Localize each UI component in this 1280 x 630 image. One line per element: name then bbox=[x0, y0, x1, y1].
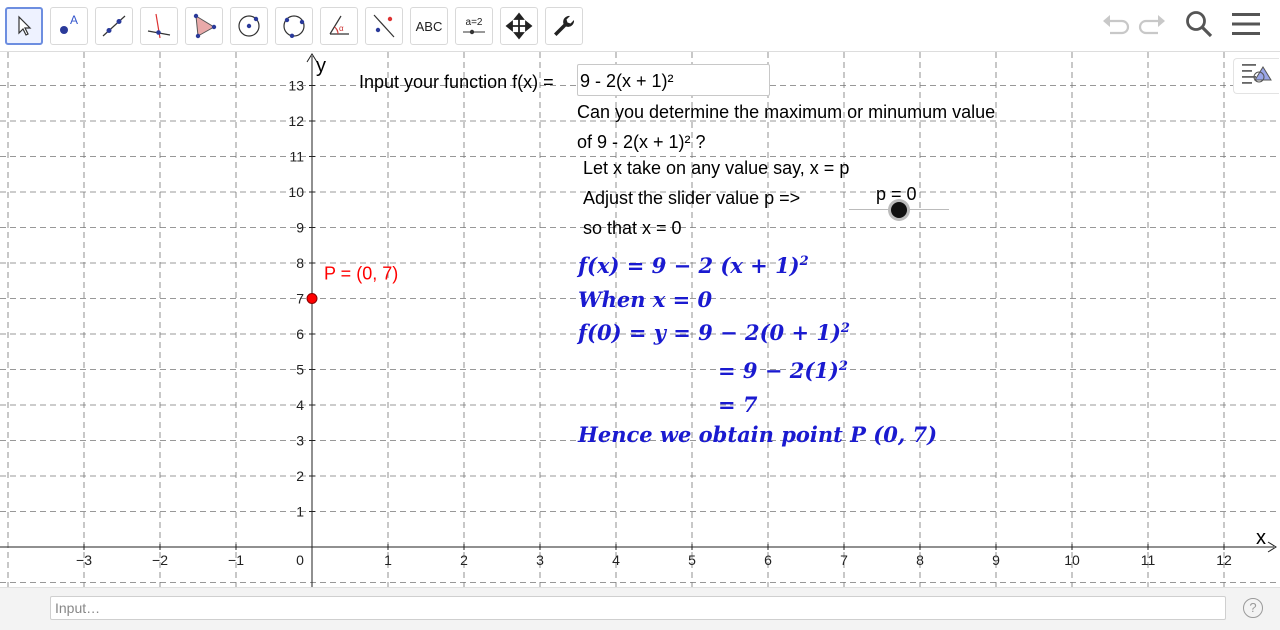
math-line-fx-exponent: 2 bbox=[799, 254, 809, 269]
question-text-line-2: of 9 - 2(x + 1)² ? bbox=[577, 132, 706, 152]
undo-icon bbox=[1100, 12, 1130, 41]
polygon-tool-button[interactable] bbox=[185, 7, 223, 45]
x-axis-label: x bbox=[1256, 527, 1266, 549]
redo-icon bbox=[1138, 12, 1168, 41]
wrench-icon bbox=[551, 13, 577, 39]
help-button[interactable]: ? bbox=[1243, 598, 1263, 618]
command-input[interactable] bbox=[50, 596, 1226, 620]
reflect-line-icon bbox=[370, 12, 398, 40]
math-line-f0-exponent: 2 bbox=[840, 321, 850, 336]
circle-three-points-tool-button[interactable] bbox=[275, 7, 313, 45]
x-tick-label: 0 bbox=[296, 552, 304, 568]
math-line-fx: f(x) = 9 − 2 (x + 1)2 bbox=[578, 253, 809, 278]
menu-button[interactable] bbox=[1229, 10, 1263, 42]
slider-p-handle[interactable] bbox=[891, 202, 907, 218]
so-that-text: so that x = 0 bbox=[583, 218, 682, 238]
y-tick-label: 7 bbox=[296, 291, 304, 307]
text-tool-button[interactable]: ABC bbox=[410, 7, 448, 45]
text-tool-label: ABC bbox=[415, 18, 443, 34]
math-line-when: When x = 0 bbox=[578, 287, 713, 312]
x-tick-label: 5 bbox=[688, 552, 696, 568]
x-tick-label: 6 bbox=[764, 552, 772, 568]
math-line-step-exponent: 2 bbox=[838, 359, 848, 374]
x-tick-label: −1 bbox=[228, 552, 244, 568]
math-line-f0-text: f(0) = y = 9 − 2(0 + 1) bbox=[578, 320, 841, 345]
let-text: Let x take on any value say, x = p bbox=[583, 158, 850, 178]
move-graphics-tool-button[interactable] bbox=[500, 7, 538, 45]
x-tick-label: 4 bbox=[612, 552, 620, 568]
x-tick-label: 2 bbox=[460, 552, 468, 568]
y-tick-label: 3 bbox=[296, 433, 304, 449]
function-input-label: Input your function f(x) = bbox=[359, 72, 554, 92]
y-tick-label: 1 bbox=[296, 504, 304, 520]
y-tick-label: 2 bbox=[296, 468, 304, 484]
menu-icon bbox=[1231, 11, 1261, 42]
point-icon: A bbox=[56, 13, 82, 39]
math-line-f0: f(0) = y = 9 − 2(0 + 1)2 bbox=[578, 320, 850, 345]
pointer-arrow-icon bbox=[13, 15, 35, 37]
function-input-field[interactable]: 9 - 2(x + 1)² bbox=[577, 64, 770, 96]
line-through-points-icon bbox=[100, 12, 128, 40]
move-tool-button[interactable] bbox=[5, 7, 43, 45]
move-graphics-icon bbox=[505, 12, 533, 40]
point-p-label: P = (0, 7) bbox=[324, 264, 398, 284]
search-icon bbox=[1184, 9, 1214, 44]
y-tick-label: 6 bbox=[296, 326, 304, 342]
svg-text:α: α bbox=[339, 24, 344, 33]
x-tick-label: 10 bbox=[1064, 552, 1080, 568]
polygon-icon bbox=[190, 12, 218, 40]
x-tick-label: −3 bbox=[76, 552, 92, 568]
slider-icon bbox=[461, 28, 487, 36]
line-tool-button[interactable] bbox=[95, 7, 133, 45]
algebra-view-icon bbox=[1241, 61, 1273, 92]
math-line-result: = 7 bbox=[718, 392, 758, 417]
redo-button[interactable] bbox=[1136, 10, 1170, 42]
x-tick-label: 11 bbox=[1141, 552, 1156, 568]
slider-tool-button[interactable]: a=2 bbox=[455, 7, 493, 45]
x-tick-label: 3 bbox=[536, 552, 544, 568]
y-tick-label: 12 bbox=[288, 113, 304, 129]
y-tick-label: 4 bbox=[296, 397, 304, 413]
math-line-fx-text: f(x) = 9 − 2 (x + 1) bbox=[578, 253, 800, 278]
x-tick-label: 9 bbox=[992, 552, 1000, 568]
y-tick-label: 9 bbox=[296, 220, 304, 236]
circle-center-point-icon bbox=[235, 12, 263, 40]
x-tick-label: 7 bbox=[840, 552, 848, 568]
point-p bbox=[306, 293, 318, 304]
slider-tool-label: a=2 bbox=[465, 16, 483, 28]
tools-button[interactable] bbox=[545, 7, 583, 45]
circle-center-tool-button[interactable] bbox=[230, 7, 268, 45]
perpendicular-line-icon bbox=[145, 12, 173, 40]
algebra-view-toggle-button[interactable] bbox=[1233, 58, 1279, 94]
reflect-tool-button[interactable] bbox=[365, 7, 403, 45]
circle-three-points-icon bbox=[280, 12, 308, 40]
angle-tool-button[interactable]: α bbox=[320, 7, 358, 45]
perpendicular-tool-button[interactable] bbox=[140, 7, 178, 45]
y-tick-label: 13 bbox=[288, 78, 304, 94]
toolbar: A α ABC a=2 bbox=[0, 0, 1280, 52]
math-line-conclusion: Hence we obtain point P (0, 7) bbox=[578, 422, 937, 447]
search-button[interactable] bbox=[1182, 10, 1216, 42]
y-axis-label: y bbox=[316, 55, 326, 77]
x-tick-label: 1 bbox=[384, 552, 392, 568]
x-tick-label: −2 bbox=[152, 552, 168, 568]
y-tick-label: 5 bbox=[296, 362, 304, 378]
y-tick-label: 8 bbox=[296, 255, 304, 271]
svg-text:A: A bbox=[70, 13, 78, 27]
math-line-step-text: = 9 − 2(1) bbox=[718, 358, 839, 383]
y-tick-label: 10 bbox=[288, 184, 304, 200]
x-tick-label: 8 bbox=[916, 552, 924, 568]
input-bar: ? bbox=[0, 587, 1280, 630]
math-line-step: = 9 − 2(1)2 bbox=[718, 358, 848, 383]
y-tick-label: 11 bbox=[289, 149, 304, 165]
adjust-slider-text: Adjust the slider value p => bbox=[583, 188, 801, 208]
point-tool-button[interactable]: A bbox=[50, 7, 88, 45]
x-tick-label: 12 bbox=[1216, 552, 1232, 568]
angle-icon: α bbox=[325, 12, 353, 40]
undo-button[interactable] bbox=[1098, 10, 1132, 42]
question-text-line-1: Can you determine the maximum or minumum… bbox=[577, 102, 996, 122]
